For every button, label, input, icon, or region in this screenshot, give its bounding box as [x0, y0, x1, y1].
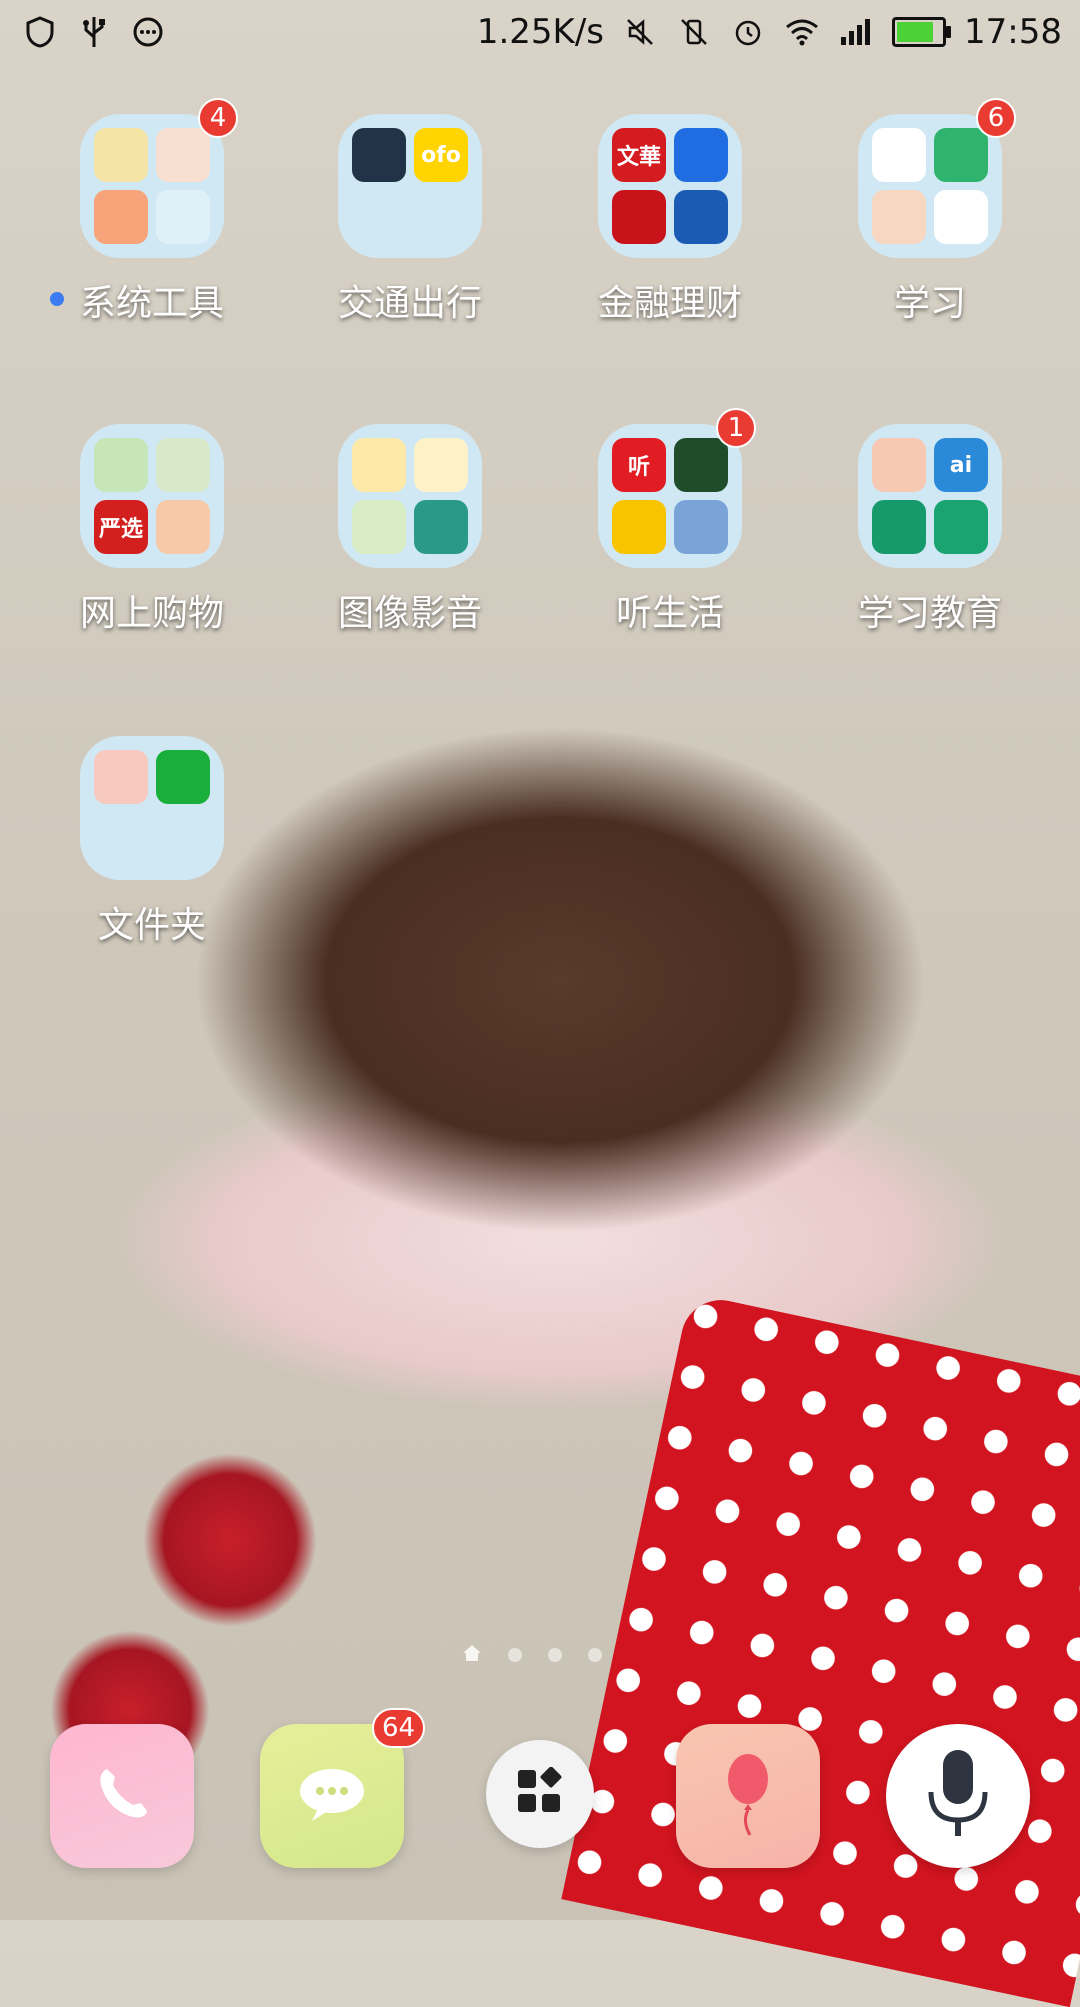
kids-app-icon [612, 500, 666, 554]
arrow-app-icon [872, 128, 926, 182]
folder-label: 交通出行 [337, 283, 482, 324]
home-page-icon[interactable] [462, 1644, 482, 1666]
mini-icon-label: 文華 [616, 145, 661, 170]
status-left-icons [0, 14, 166, 50]
messages-dock-button[interactable]: 64 [260, 1708, 426, 1868]
folder-label: 文件夹 [97, 905, 206, 946]
mini-icon-label: 简书 [938, 207, 983, 232]
folder-7[interactable]: 听1 [598, 408, 756, 568]
gallery-icon [414, 438, 468, 492]
files-icon [156, 128, 210, 182]
music-app-icon [352, 500, 406, 554]
message-bubble-icon [292, 1759, 372, 1833]
folder-9[interactable] [80, 736, 224, 880]
usb-icon [76, 14, 112, 50]
folder-label: 学习 [893, 283, 966, 324]
apps-grid-icon [515, 1766, 565, 1821]
empty-slot [156, 812, 210, 866]
more-icon [130, 14, 166, 50]
folder-badge: 1 [716, 408, 756, 448]
page-dot[interactable] [588, 1648, 602, 1662]
lightning-app-icon [94, 438, 148, 492]
app-icon-3 [156, 500, 210, 554]
phone-icon [156, 750, 210, 804]
shield-icon [22, 14, 58, 50]
folder-5[interactable]: 严选 [80, 424, 224, 568]
messages-badge: 64 [372, 1708, 426, 1748]
folder-4[interactable]: 简书 6 [858, 98, 1016, 258]
camera-app-icon [352, 438, 406, 492]
network-speed: 1.25K/s [476, 12, 605, 52]
user-icon [156, 190, 210, 244]
app-drawer-button[interactable] [486, 1740, 594, 1848]
folder-badge: 6 [976, 98, 1016, 138]
microphone-icon [923, 1744, 993, 1848]
battery-icon [892, 17, 952, 47]
balloon-icon [718, 1749, 778, 1843]
compass-icon [352, 128, 406, 182]
book-icon [934, 128, 988, 182]
empty-slot [94, 812, 148, 866]
calculator-icon [94, 128, 148, 182]
xinhua-finance-icon: 文華 [612, 128, 666, 182]
page-dot[interactable] [548, 1648, 562, 1662]
mini-icon-label: 听 [627, 455, 650, 480]
empty-slot [414, 190, 468, 244]
phone-icon [87, 1759, 157, 1833]
folder-badge: 4 [198, 98, 238, 138]
chat-bubble-icon [94, 750, 148, 804]
folder-label: 金融理财 [597, 283, 742, 324]
jianshu-icon: 简书 [934, 190, 988, 244]
bank-app-icon [674, 128, 728, 182]
signal-icon [838, 14, 874, 50]
clock: 17:58 [964, 12, 1062, 52]
mini-icon-label: ofo [421, 142, 461, 168]
folder-label: 学习教育 [857, 593, 1002, 634]
fan-icon [872, 500, 926, 554]
app-icon-2 [156, 438, 210, 492]
voice-assistant-button[interactable] [886, 1724, 1030, 1868]
folder-1[interactable]: 4 [80, 98, 238, 258]
folder-8[interactable]: ai [858, 424, 1002, 568]
wifi-icon [784, 14, 820, 50]
orange-app-icon [94, 190, 148, 244]
ting-icon: 听 [612, 438, 666, 492]
folder-2[interactable]: ofo [338, 114, 482, 258]
phone-dock-button[interactable] [50, 1724, 194, 1868]
wallpaper-tablecloth [561, 1292, 1080, 2007]
ofo-icon: ofo [414, 128, 468, 182]
pencil-icon [934, 500, 988, 554]
app-icon [872, 190, 926, 244]
balloon-app-button[interactable] [676, 1724, 820, 1868]
status-bar: 1.25K/s 17:58 [0, 0, 1080, 64]
vibrate-off-icon [676, 14, 712, 50]
folder-label: 听生活 [615, 593, 724, 634]
citic-icon [612, 190, 666, 244]
status-right: 1.25K/s 17:58 [477, 12, 1080, 52]
new-update-dot [50, 292, 64, 306]
folder-3[interactable]: 文華 [598, 114, 742, 258]
video-icon [674, 438, 728, 492]
mini-icon-label: 严选 [98, 517, 143, 542]
owl-icon [414, 500, 468, 554]
mini-icon-label: ai [949, 452, 973, 478]
fm-icon [674, 500, 728, 554]
folder-label: 网上购物 [79, 593, 224, 634]
ai-icon: ai [934, 438, 988, 492]
mute-icon [622, 14, 658, 50]
app-icon-4 [872, 438, 926, 492]
yanxuan-icon: 严选 [94, 500, 148, 554]
empty-slot [352, 190, 406, 244]
alarm-icon [730, 14, 766, 50]
folder-label: 图像影音 [337, 593, 482, 634]
page-dot[interactable] [508, 1648, 522, 1662]
page-indicator [462, 1644, 602, 1666]
bank-app-icon-2 [674, 190, 728, 244]
folder-6[interactable] [338, 424, 482, 568]
